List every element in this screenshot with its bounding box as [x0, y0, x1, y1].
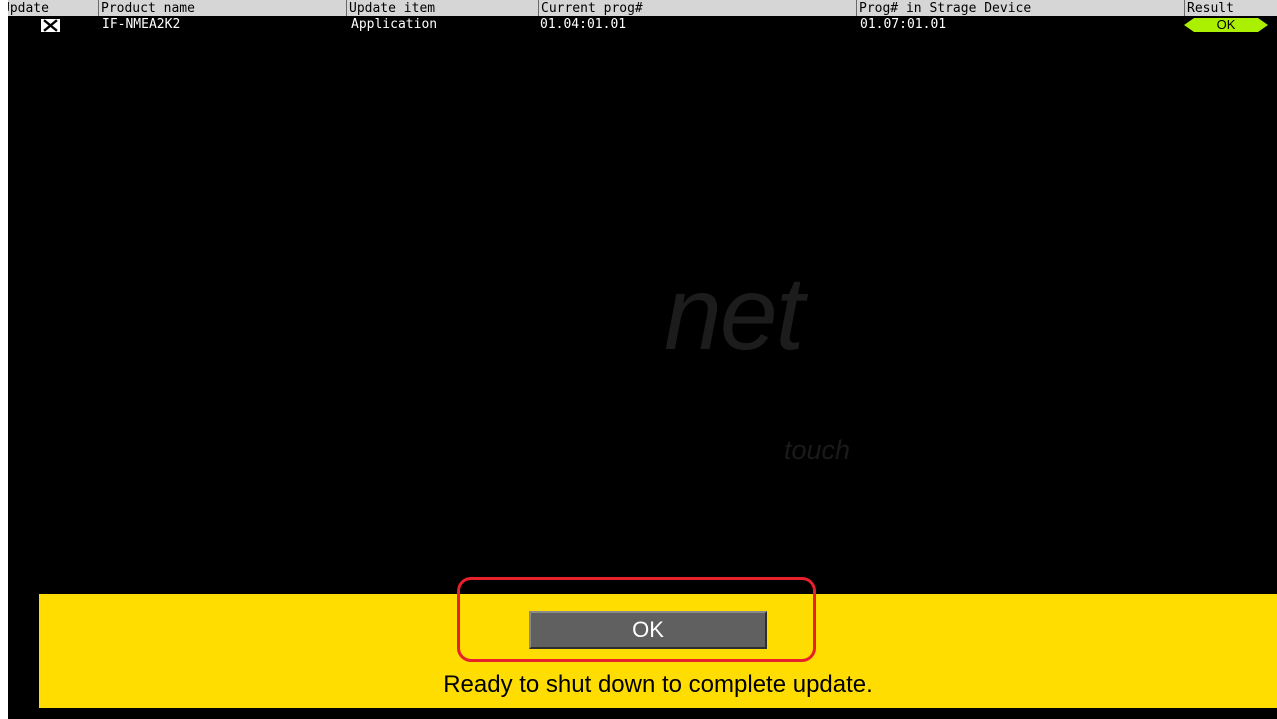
x-mark-icon [41, 19, 60, 32]
table-row: IF-NMEA2K2 Application 01.04:01.01 01.07… [8, 16, 1277, 34]
update-item-cell: Application [351, 17, 438, 32]
header-product-name: Product name [98, 0, 346, 16]
current-prog-cell: 01.04:01.01 [540, 17, 627, 32]
table-header: Update Product name Update item Current … [8, 0, 1277, 16]
result-ok-label: OK [1216, 17, 1236, 32]
header-prog-in-storage: Prog# in Strage Device [856, 0, 1184, 16]
header-result: Result [1184, 0, 1277, 16]
dialog-message: Ready to shut down to complete update. [443, 671, 873, 698]
header-update: Update [8, 1, 49, 16]
ok-button[interactable]: OK [529, 611, 767, 649]
product-name-cell: IF-NMEA2K2 [102, 17, 181, 32]
net-watermark: net [664, 256, 805, 372]
result-ok-badge: OK [1184, 18, 1268, 32]
header-update-item: Update item [346, 0, 538, 16]
bottom-strip [8, 708, 1277, 719]
header-current-prog: Current prog# [538, 0, 856, 16]
shutdown-dialog: OK Ready to shut down to complete update… [39, 594, 1277, 708]
prog-in-storage-cell: 01.07:01.01 [860, 17, 947, 32]
touch-watermark: touch [784, 435, 851, 465]
update-screen: Update Product name Update item Current … [8, 0, 1277, 719]
update-checkbox[interactable] [41, 19, 60, 32]
